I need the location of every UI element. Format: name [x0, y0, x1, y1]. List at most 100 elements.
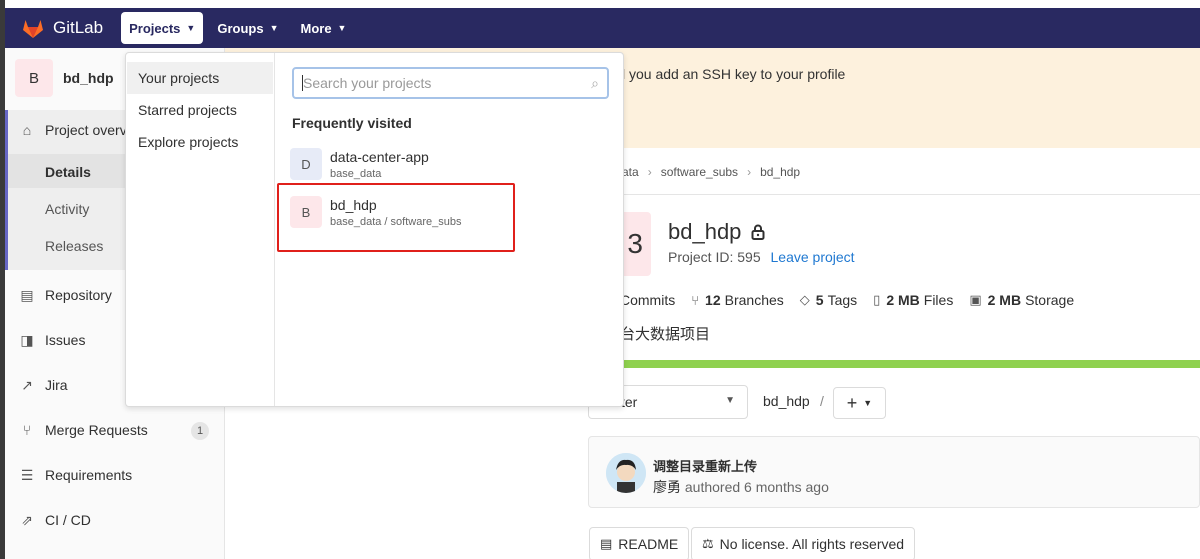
- commit-title[interactable]: 调整目录重新上传: [653, 456, 757, 475]
- brand-name: GitLab: [53, 18, 104, 37]
- commit-author-avatar[interactable]: [606, 453, 646, 493]
- chevron-down-icon: ▼: [186, 23, 196, 33]
- files-stat[interactable]: ▯ 2 MB Files: [873, 292, 953, 308]
- project-id: Project ID: 595: [668, 249, 761, 265]
- license-label: No license. All rights reserved: [719, 536, 905, 552]
- chevron-down-icon: ▼: [269, 23, 279, 33]
- sidebar-item-label: Requirements: [45, 467, 133, 483]
- breadcrumb-item[interactable]: software_subs: [661, 165, 738, 179]
- frequent-project-item[interactable]: D data-center-app base_data: [288, 143, 610, 185]
- highlight-annotation-box: [277, 183, 515, 252]
- project-avatar: B: [15, 59, 53, 97]
- sidebar-item-label: Merge Requests: [45, 422, 148, 438]
- merge-request-icon: ⑂: [22, 422, 32, 438]
- frequent-project-namespace: base_data: [330, 167, 382, 180]
- scale-icon: ⚖: [702, 536, 714, 551]
- search-projects-input[interactable]: Search your projects ⌕: [292, 67, 609, 99]
- commit-meta: 廖勇 authored 6 months ago: [653, 477, 829, 497]
- leave-project-link[interactable]: Leave project: [771, 249, 855, 265]
- storage-stat[interactable]: ▣ 2 MB Storage: [969, 292, 1074, 308]
- sidebar-item-merge-requests[interactable]: ⑂ Merge Requests: [19, 422, 148, 438]
- nav-projects-menu[interactable]: Projects ▼: [121, 12, 204, 44]
- project-description: 台大数据项目: [620, 326, 711, 343]
- tag-icon: ◇: [799, 292, 810, 307]
- file-text-icon: ▤: [600, 536, 613, 551]
- window-top-edge: [0, 0, 1200, 8]
- gitlab-logo-icon: [23, 20, 43, 38]
- breadcrumb-item[interactable]: ata: [622, 165, 639, 179]
- search-icon: ⌕: [591, 75, 599, 91]
- branches-stat[interactable]: ⑂ 12 Branches: [691, 292, 784, 308]
- search-placeholder: Search your projects: [303, 75, 432, 91]
- breadcrumb: ata › software_subs › bd_hdp: [622, 165, 800, 179]
- chevron-right-icon: ›: [747, 165, 752, 179]
- external-link-icon: ↗: [21, 376, 33, 393]
- branches-label: Branches: [724, 292, 784, 308]
- nav-more-menu[interactable]: More ▼: [292, 12, 354, 44]
- project-id-line: Project ID: 595 Leave project: [668, 249, 855, 265]
- nav-groups-label: Groups: [217, 20, 264, 36]
- branch-icon: ⑂: [691, 292, 700, 308]
- chevron-down-icon: ▼: [863, 398, 873, 408]
- sidebar-item-jira[interactable]: ↗ Jira: [19, 376, 68, 394]
- nav-more-label: More: [300, 20, 332, 36]
- commit-time: authored 6 months ago: [684, 479, 829, 495]
- merge-requests-count-badge: 1: [191, 422, 209, 440]
- project-avatar: D: [290, 148, 322, 180]
- tags-label: Tags: [827, 292, 858, 308]
- sidebar-item-label: Jira: [45, 377, 68, 393]
- project-title-text: bd_hdp: [668, 219, 742, 244]
- frequent-project-name: data-center-app: [330, 148, 429, 165]
- storage-icon: ▣: [969, 292, 982, 307]
- project-title: bd_hdp: [668, 219, 765, 245]
- sidebar-item-details[interactable]: Details: [45, 164, 91, 180]
- nav-projects-label: Projects: [129, 20, 181, 36]
- add-to-tree-button[interactable]: + ▼: [833, 387, 886, 419]
- storage-label: Storage: [1025, 292, 1075, 308]
- requirements-icon: ☰: [20, 466, 34, 483]
- language-bar: [588, 360, 1200, 368]
- nav-groups-menu[interactable]: Groups ▼: [209, 12, 286, 44]
- projects-dropdown-links: Your projects Starred projects Explore p…: [126, 53, 275, 406]
- explore-projects-link[interactable]: Explore projects: [138, 134, 238, 150]
- your-projects-link[interactable]: Your projects: [138, 70, 219, 86]
- commits-label: Commits: [620, 292, 676, 308]
- storage-size: 2 MB: [987, 292, 1022, 308]
- commit-author[interactable]: 廖勇: [653, 479, 681, 495]
- chevron-down-icon: ▼: [337, 23, 347, 33]
- project-stats: Commits ⑂ 12 Branches ◇ 5 Tags ▯ 2 MB Fi…: [620, 292, 1090, 308]
- starred-projects-link[interactable]: Starred projects: [138, 102, 237, 118]
- breadcrumb-divider: [588, 194, 1200, 195]
- tags-stat[interactable]: ◇ 5 Tags: [800, 292, 857, 308]
- license-button[interactable]: ⚖ No license. All rights reserved: [691, 527, 916, 559]
- sidebar-item-label: Repository: [45, 287, 112, 303]
- issues-icon: ◨: [20, 331, 34, 348]
- sidebar-item-issues[interactable]: ◨ Issues: [19, 331, 86, 349]
- sidebar-item-label: CI / CD: [45, 512, 91, 528]
- gitlab-brand[interactable]: GitLab: [21, 16, 103, 40]
- readme-button[interactable]: ▤ README: [589, 527, 690, 559]
- sidebar-item-releases[interactable]: Releases: [45, 238, 103, 254]
- files-label: Files: [923, 292, 954, 308]
- readme-label: README: [618, 536, 679, 552]
- sidebar-item-repository[interactable]: ▤ Repository: [19, 287, 112, 304]
- branches-count: 12: [705, 292, 721, 308]
- commits-stat[interactable]: Commits: [620, 292, 675, 308]
- sidebar-item-label: Issues: [45, 332, 86, 348]
- ssh-key-alert-text: l you add an SSH key to your profile: [622, 66, 846, 82]
- frequently-visited-heading: Frequently visited: [292, 115, 412, 131]
- home-icon: ⌂: [22, 122, 32, 138]
- repo-path-root[interactable]: bd_hdp: [763, 393, 810, 409]
- rocket-icon: ⇗: [21, 511, 33, 528]
- chevron-down-icon: ▼: [725, 395, 735, 406]
- file-icon: ▯: [873, 292, 881, 307]
- repo-path-separator: /: [820, 393, 824, 409]
- plus-icon: +: [846, 392, 858, 413]
- lock-icon: [751, 224, 765, 240]
- sidebar-item-ci-cd[interactable]: ⇗ CI / CD: [19, 511, 91, 529]
- breadcrumb-item[interactable]: bd_hdp: [760, 165, 800, 179]
- files-size: 2 MB: [886, 292, 920, 308]
- sidebar-item-activity[interactable]: Activity: [45, 201, 89, 217]
- sidebar-item-requirements[interactable]: ☰ Requirements: [19, 466, 133, 484]
- sidebar-project-name: bd_hdp: [63, 70, 114, 86]
